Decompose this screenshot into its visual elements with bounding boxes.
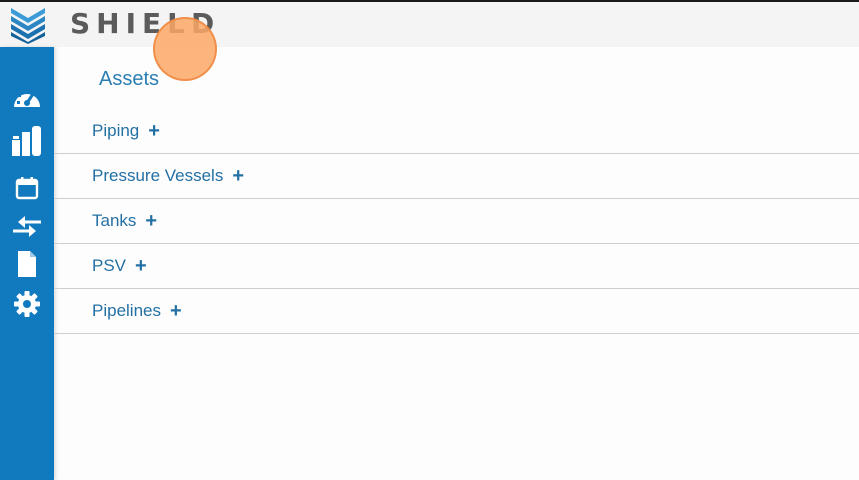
asset-row-tanks[interactable]: Tanks + [54, 199, 859, 244]
refinery-icon[interactable] [10, 125, 44, 156]
shield-stack-icon[interactable] [9, 6, 47, 44]
plus-icon[interactable]: + [148, 121, 160, 141]
sidebar [0, 47, 54, 480]
document-icon[interactable] [10, 249, 44, 279]
asset-row-pipelines[interactable]: Pipelines + [54, 289, 859, 334]
calendar-icon[interactable] [10, 173, 44, 203]
main-content: Assets Piping + Pressure Vessels + Tanks… [54, 47, 859, 480]
asset-label[interactable]: Pressure Vessels [92, 166, 223, 186]
asset-list: Piping + Pressure Vessels + Tanks + PSV … [54, 109, 859, 334]
click-indicator [153, 17, 217, 81]
asset-label[interactable]: Tanks [92, 211, 136, 231]
asset-label[interactable]: Piping [92, 121, 139, 141]
asset-label[interactable]: PSV [92, 256, 126, 276]
asset-label[interactable]: Pipelines [92, 301, 161, 321]
asset-row-piping[interactable]: Piping + [54, 109, 859, 154]
asset-row-pressure-vessels[interactable]: Pressure Vessels + [54, 154, 859, 199]
asset-row-psv[interactable]: PSV + [54, 244, 859, 289]
top-bar: SHIELD [0, 2, 859, 47]
page-title: Assets [99, 68, 160, 90]
dashboard-gauge-icon[interactable] [10, 82, 44, 112]
transfer-arrows-icon[interactable] [10, 212, 44, 242]
plus-icon[interactable]: + [232, 166, 244, 186]
plus-icon[interactable]: + [135, 256, 147, 276]
plus-icon[interactable]: + [145, 211, 157, 231]
plus-icon[interactable]: + [170, 301, 182, 321]
gear-icon[interactable] [10, 289, 44, 319]
